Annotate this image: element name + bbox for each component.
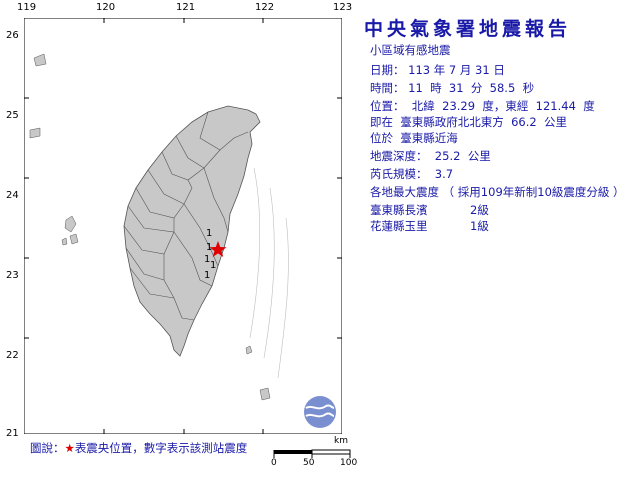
- intensity-level: 2級: [470, 203, 489, 217]
- lat-tick-26: 26: [6, 30, 19, 41]
- scale-label-50: 50: [303, 458, 315, 468]
- report-subtitle: 小區域有感地震: [370, 43, 451, 57]
- lat-tick-22: 22: [6, 350, 19, 361]
- scale-label-0: 0: [271, 458, 277, 468]
- legend-prefix: 圖說：: [30, 441, 65, 455]
- lat-tick-25: 25: [6, 110, 19, 121]
- lon-tick-123: 123: [333, 2, 353, 13]
- map-canvas: 1 1 1 1 1: [24, 18, 342, 434]
- station-intensity-5: 1: [204, 270, 210, 281]
- depth-line: 地震深度： 25.2 公里: [370, 148, 491, 164]
- intensity-row: 臺東縣長濱 2級: [370, 202, 489, 218]
- located-text: 位於 臺東縣近海: [370, 131, 458, 145]
- date-line: 日期： 113 年 7 月 31 日: [370, 62, 505, 78]
- position-line: 位置： 北緯 23.29 度，東經 121.44 度: [370, 98, 595, 114]
- legend-text: 表震央位置，數字表示該測站震度: [74, 441, 248, 455]
- report-title: 中央氣象署地震報告: [364, 18, 572, 40]
- date-text: 日期： 113 年 7 月 31 日: [370, 63, 505, 77]
- located-line: 位於 臺東縣近海: [370, 130, 458, 146]
- lat-tick-21: 21: [6, 428, 19, 439]
- relative-line: 即在 臺東縣政府北北東方 66.2 公里: [370, 114, 567, 130]
- scale-bar: km 0 50 100: [270, 436, 360, 476]
- scale-unit: km: [334, 436, 348, 446]
- relative-text: 即在 臺東縣政府北北東方 66.2 公里: [370, 115, 568, 129]
- legend-star-icon: ★: [64, 441, 75, 455]
- map-legend: 圖說：★表震央位置，數字表示該測站震度: [30, 440, 247, 456]
- station-intensity-4: 1: [210, 260, 216, 271]
- station-intensity-1: 1: [206, 228, 212, 239]
- intensity-row: 花蓮縣玉里 1級: [370, 218, 489, 234]
- intensity-location: 花蓮縣玉里: [370, 219, 428, 233]
- lon-tick-121: 121: [176, 2, 196, 13]
- lat-tick-23: 23: [6, 270, 19, 281]
- magnitude-text: 芮氏規模： 3.7: [370, 167, 454, 181]
- position-text: 位置： 北緯 23.29 度，東經 121.44 度: [370, 99, 595, 113]
- lon-tick-120: 120: [96, 2, 116, 13]
- time-line: 時間： 11 時 31 分 58.5 秒: [370, 80, 534, 96]
- magnitude-line: 芮氏規模： 3.7: [370, 166, 453, 182]
- map-panel: 1 1 1 1 1: [24, 18, 342, 434]
- orchid-island: [259, 387, 271, 401]
- intensity-level: 1級: [470, 219, 489, 233]
- lon-tick-122: 122: [255, 2, 275, 13]
- scale-label-100: 100: [340, 458, 358, 468]
- intensity-header: 各地最大震度 （ 採用109年新制10級震度分級 ）: [370, 185, 625, 199]
- kinmen-island: [29, 127, 41, 139]
- time-text: 時間： 11 時 31 分 58.5 秒: [370, 81, 535, 95]
- lon-tick-119: 119: [17, 2, 37, 13]
- intensity-location: 臺東縣長濱: [370, 203, 428, 217]
- lat-tick-24: 24: [6, 190, 19, 201]
- cwa-logo: [304, 396, 336, 428]
- depth-text: 地震深度： 25.2 公里: [370, 149, 491, 163]
